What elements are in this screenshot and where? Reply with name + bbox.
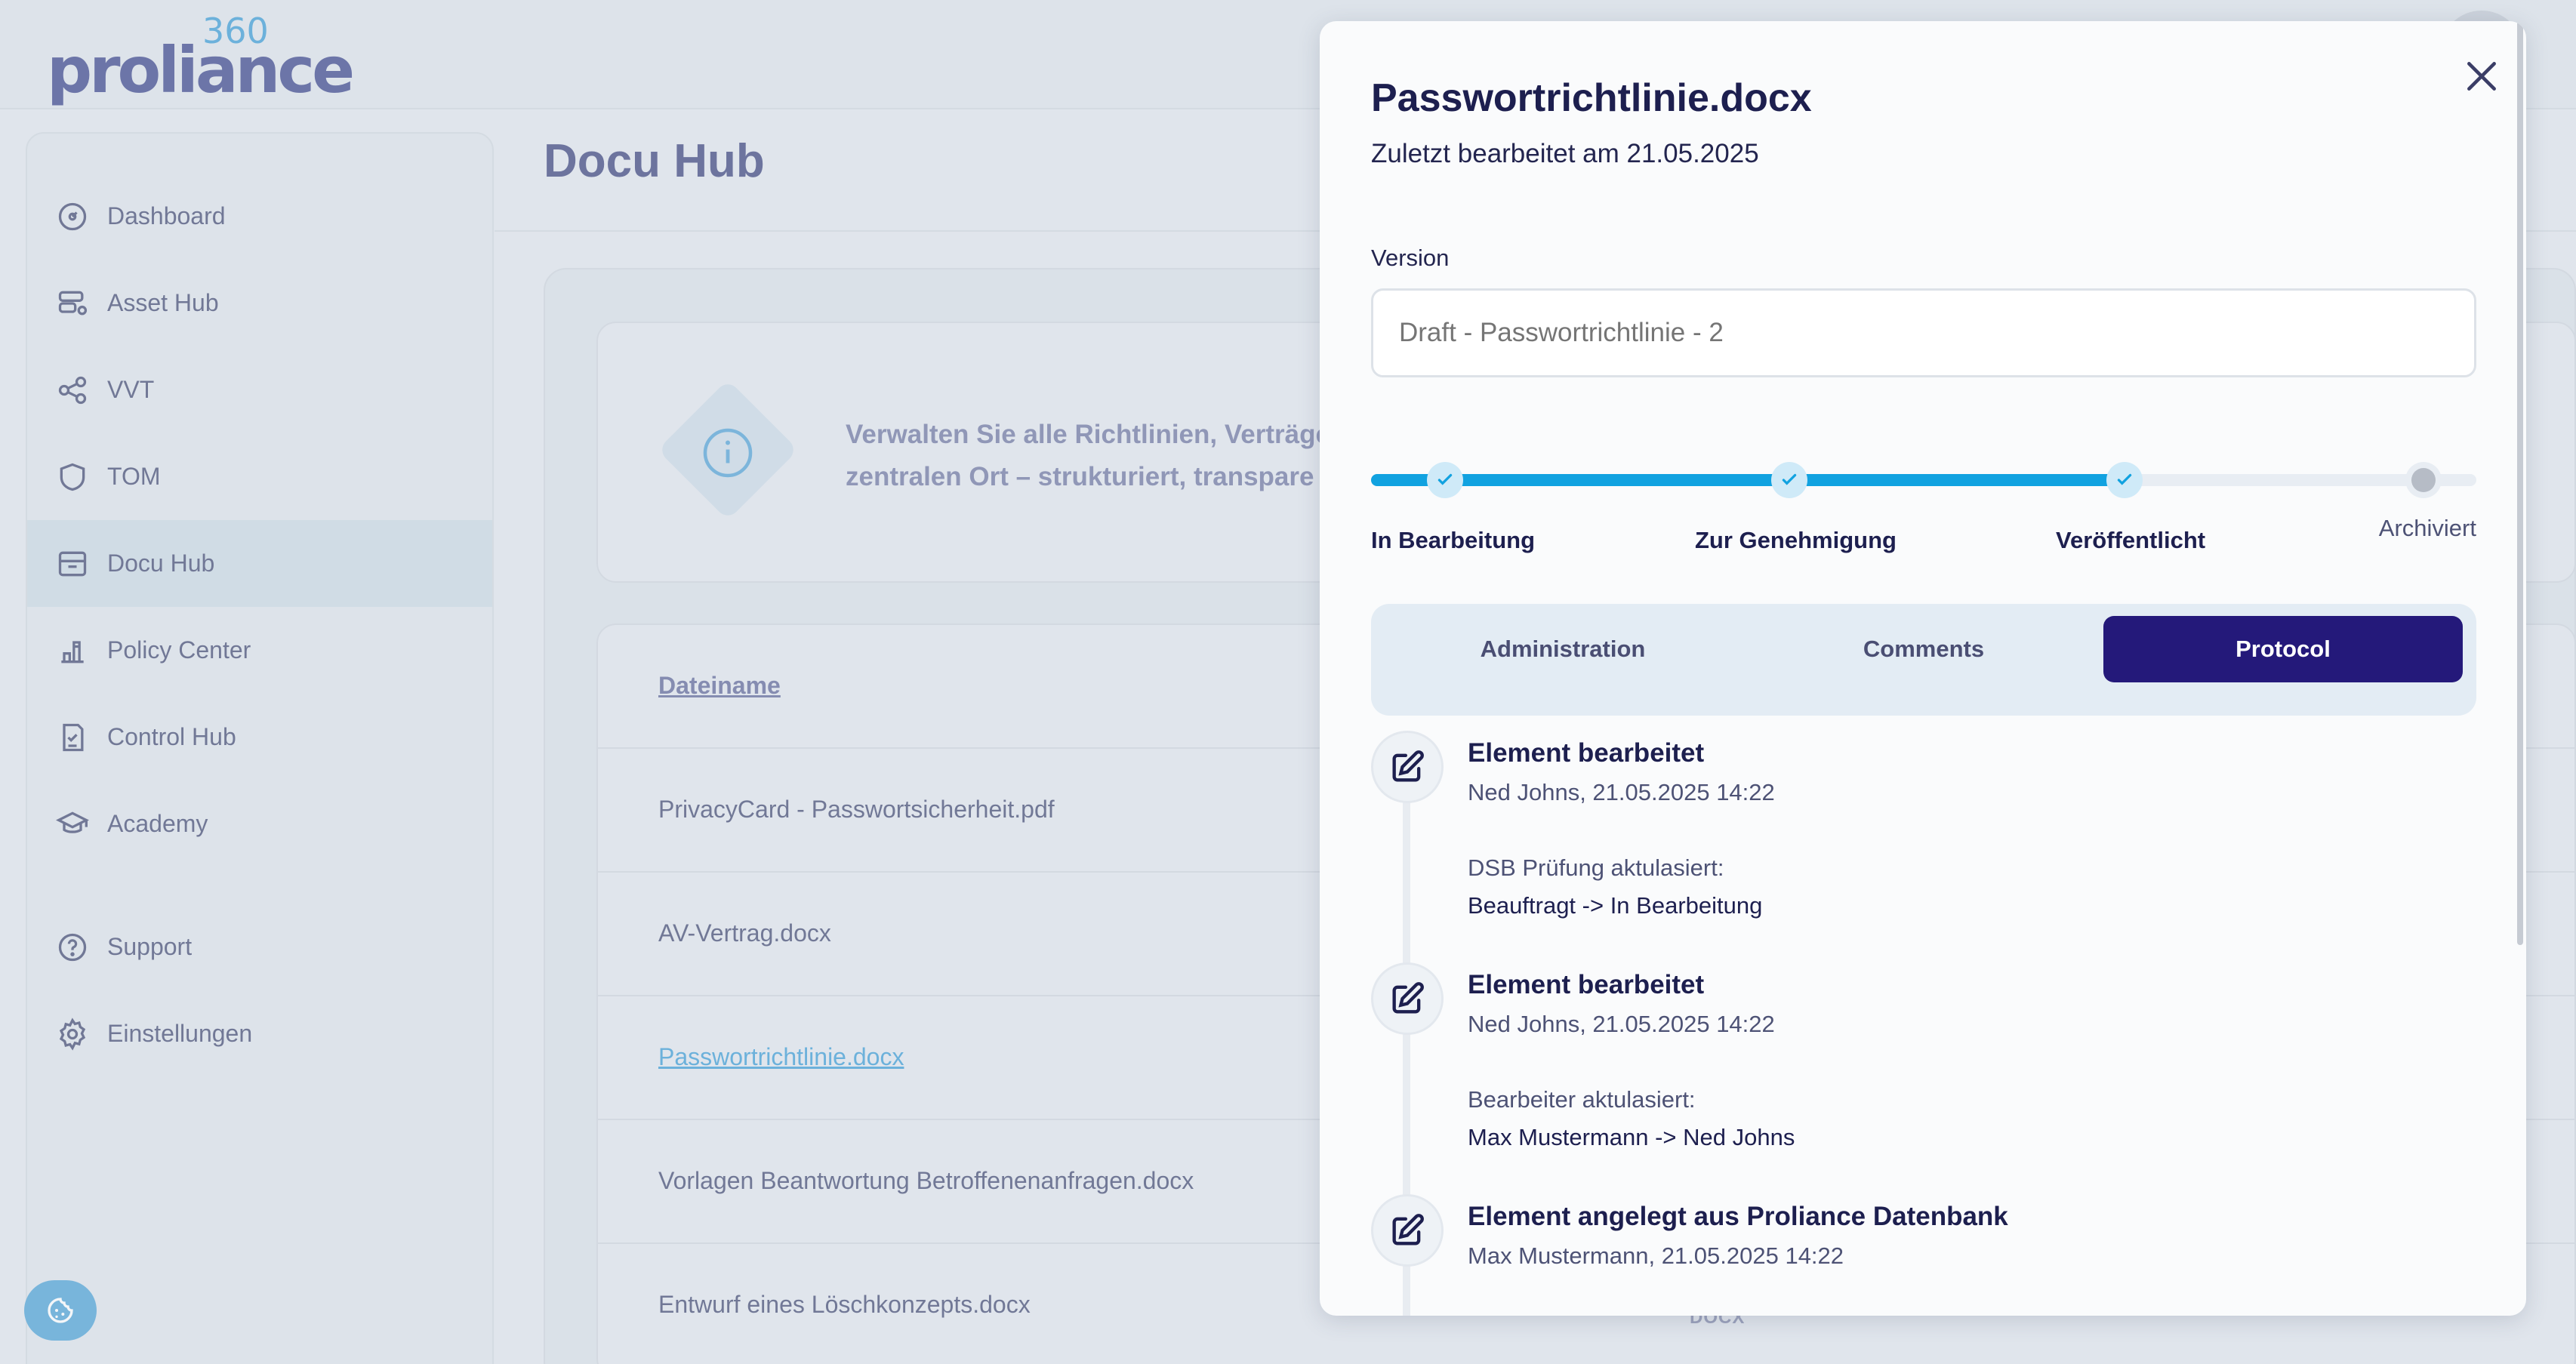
protocol-entry-meta: Ned Johns, 21.05.2025 14:22 — [1468, 1011, 1775, 1037]
protocol-entry-title: Element angelegt aus Proliance Datenbank — [1468, 1202, 2008, 1231]
close-icon — [2467, 62, 2496, 91]
edit-icon — [1392, 750, 1424, 782]
version-label: Version — [1371, 245, 1450, 271]
protocol-change-label: Bearbeiter aktulasiert: — [1468, 1086, 1696, 1113]
drawer-scrollbar[interactable] — [2517, 21, 2523, 945]
protocol-entry-icon — [1371, 962, 1444, 1035]
protocol-entry-meta: Ned Johns, 21.05.2025 14:22 — [1468, 779, 1775, 805]
document-title: Passwortrichtlinie.docx — [1371, 76, 1812, 120]
edit-icon — [1392, 1214, 1424, 1245]
check-icon — [1782, 473, 1797, 485]
tab-administration[interactable]: Administration — [1383, 616, 1742, 682]
protocol-entry-title: Element bearbeitet — [1468, 738, 1705, 768]
protocol-change-value: Max Mustermann -> Ned Johns — [1468, 1124, 1795, 1150]
protocol-entry-meta: Max Mustermann, 21.05.2025 14:22 — [1468, 1242, 1844, 1269]
drawer-tabs: Administration Comments Protocol — [1371, 604, 2476, 716]
protocol-entry-icon — [1371, 1194, 1444, 1267]
step-dot-inner — [2411, 468, 2436, 492]
tab-protocol[interactable]: Protocol — [2103, 616, 2463, 682]
last-edited-text: Zuletzt bearbeitet am 21.05.2025 — [1371, 139, 1759, 168]
step-label: In Bearbeitung — [1371, 527, 1536, 553]
step-label: Archiviert — [2378, 515, 2476, 541]
check-icon — [1437, 473, 1453, 485]
step-check-zur-genehmigung — [1771, 462, 1807, 498]
version-select[interactable] — [1371, 288, 2476, 377]
tab-comments[interactable]: Comments — [1744, 616, 2103, 682]
protocol-entry-icon — [1371, 731, 1444, 803]
close-button[interactable] — [2455, 50, 2508, 103]
protocol-entry-title: Element bearbeitet — [1468, 970, 1705, 999]
step-check-in-bearbeitung — [1427, 462, 1463, 498]
document-drawer: Passwortrichtlinie.docx Zuletzt bearbeit… — [1320, 21, 2526, 1316]
check-icon — [2117, 473, 2132, 485]
stepper-progress — [1371, 474, 2123, 486]
step-label: Zur Genehmigung — [1695, 527, 1897, 553]
protocol-change-label: DSB Prüfung aktulasiert: — [1468, 854, 1724, 881]
edit-icon — [1392, 982, 1424, 1014]
status-stepper: In Bearbeitung Zur Genehmigung Veröffent… — [1371, 451, 2476, 553]
step-dot-archiviert — [2405, 462, 2442, 498]
protocol-change-value: Beauftragt -> In Bearbeitung — [1468, 892, 1763, 919]
step-label: Veröffentlicht — [2056, 527, 2206, 553]
step-check-veroeffentlicht — [2106, 462, 2143, 498]
